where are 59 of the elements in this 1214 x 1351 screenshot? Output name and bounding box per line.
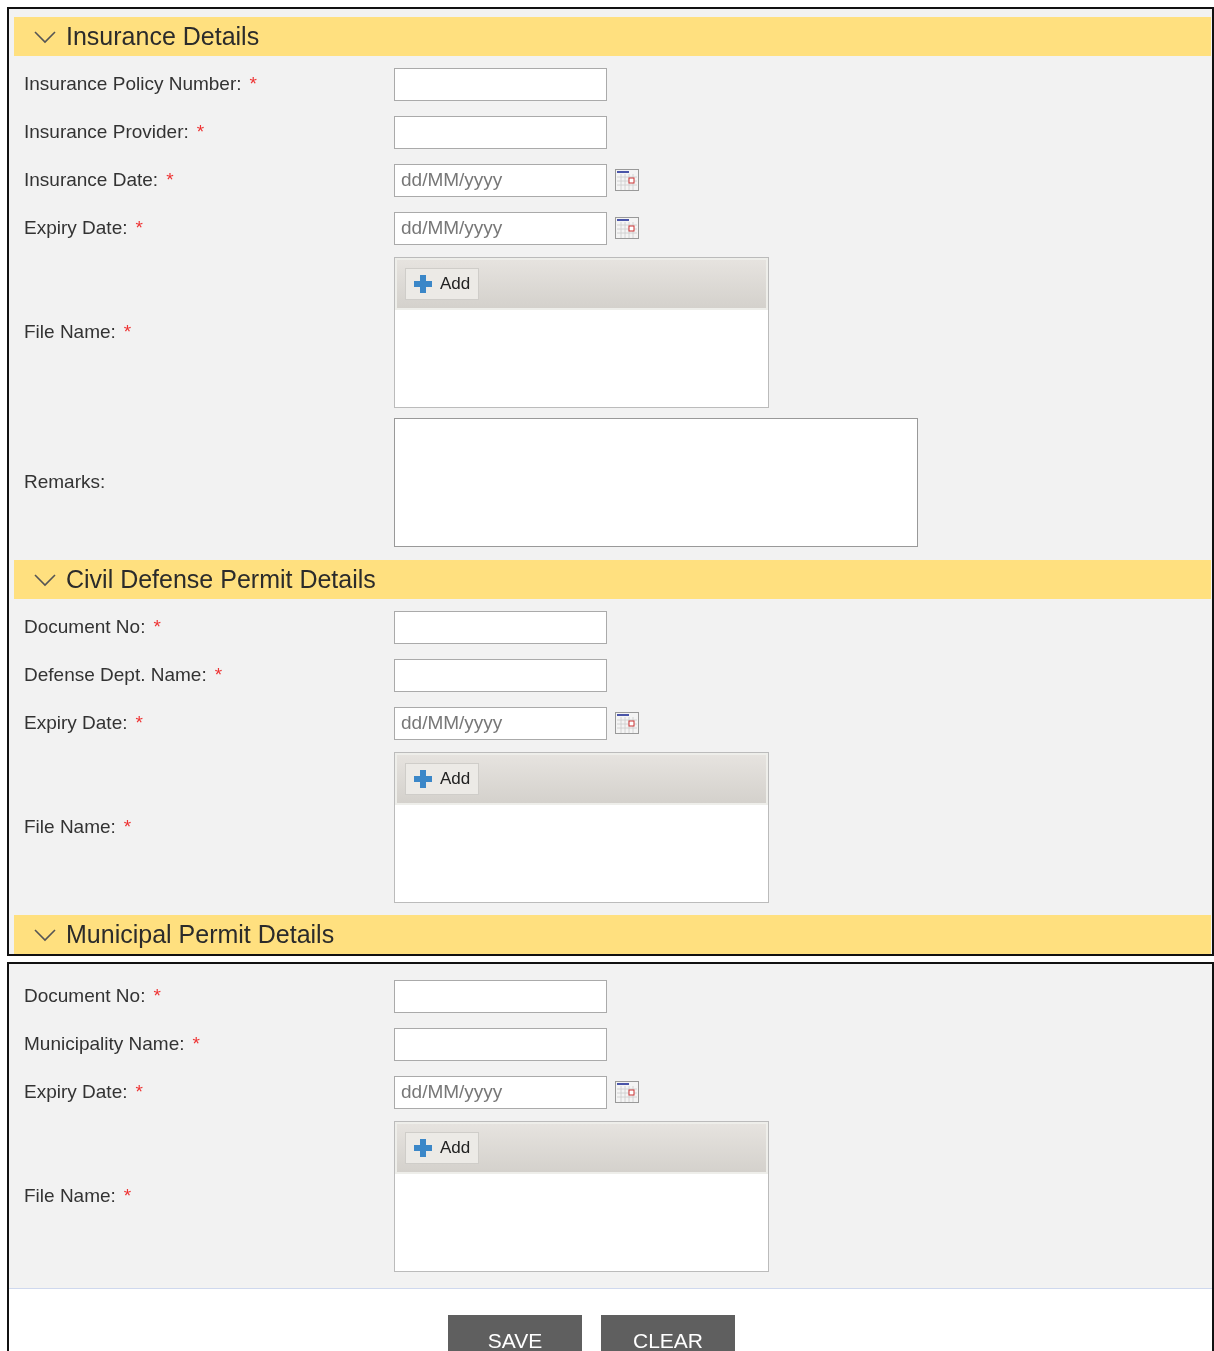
text-field[interactable] (394, 115, 607, 149)
chevron-down-icon (34, 927, 56, 942)
required-mark: * (135, 217, 143, 238)
field-label: Insurance Provider: (24, 121, 189, 142)
date-field[interactable]: dd/MM/yyyy (394, 211, 607, 245)
field-label: Insurance Policy Number: (24, 73, 242, 94)
section-header[interactable]: Civil Defense Permit Details (14, 560, 1211, 599)
action-button[interactable]: CLEAR (601, 1315, 735, 1351)
section-title: Insurance Details (66, 22, 260, 51)
plus-icon (414, 1138, 432, 1157)
chevron-down-icon (34, 572, 56, 587)
field-label: Expiry Date: (24, 1081, 128, 1102)
field-label: Expiry Date: (24, 712, 128, 733)
calendar-icon[interactable] (615, 169, 639, 191)
field-label: Document No: (24, 616, 146, 637)
field-label: Document No: (24, 985, 146, 1006)
field-label: File Name: (24, 1185, 116, 1206)
required-mark: * (153, 985, 161, 1006)
add-button[interactable]: Add (405, 762, 480, 795)
date-field[interactable]: dd/MM/yyyy (394, 163, 607, 197)
required-mark: * (192, 1033, 200, 1054)
calendar-icon[interactable] (615, 1081, 639, 1103)
plus-icon (414, 769, 432, 788)
add-button[interactable]: Add (405, 267, 480, 300)
required-mark: * (135, 712, 143, 733)
chevron-down-icon (34, 29, 56, 44)
date-field[interactable]: dd/MM/yyyy (394, 706, 607, 740)
required-mark: * (123, 321, 132, 342)
section-header[interactable]: Municipal Permit Details (14, 915, 1211, 954)
required-mark: * (249, 73, 257, 94)
field-label: Municipality Name: (24, 1033, 185, 1054)
field-label: Remarks: (24, 471, 106, 492)
text-field[interactable] (394, 1027, 607, 1061)
required-mark: * (135, 1081, 143, 1102)
field-label: Expiry Date: (24, 217, 128, 238)
action-button[interactable]: SAVE (448, 1315, 582, 1351)
plus-icon (414, 274, 432, 293)
remarks-field[interactable] (394, 417, 918, 547)
required-mark: * (166, 169, 174, 190)
add-button[interactable]: Add (405, 1131, 480, 1164)
field-label: File Name: (24, 816, 116, 837)
text-field[interactable] (394, 979, 607, 1013)
section-title: Municipal Permit Details (66, 920, 335, 949)
text-field[interactable] (394, 610, 607, 644)
text-field[interactable] (394, 658, 607, 692)
required-mark: * (214, 664, 223, 685)
required-mark: * (123, 1185, 132, 1206)
field-label: Defense Dept. Name: (24, 664, 207, 685)
required-mark: * (153, 616, 161, 637)
calendar-icon[interactable] (615, 712, 639, 734)
date-field[interactable]: dd/MM/yyyy (394, 1075, 607, 1109)
section-title: Civil Defense Permit Details (66, 565, 376, 594)
required-mark: * (196, 121, 205, 142)
text-field[interactable] (394, 67, 607, 101)
required-mark: * (123, 816, 132, 837)
calendar-icon[interactable] (615, 217, 639, 239)
field-label: Insurance Date: (24, 169, 159, 190)
field-label: File Name: (24, 321, 116, 342)
section-header[interactable]: Insurance Details (14, 17, 1211, 56)
